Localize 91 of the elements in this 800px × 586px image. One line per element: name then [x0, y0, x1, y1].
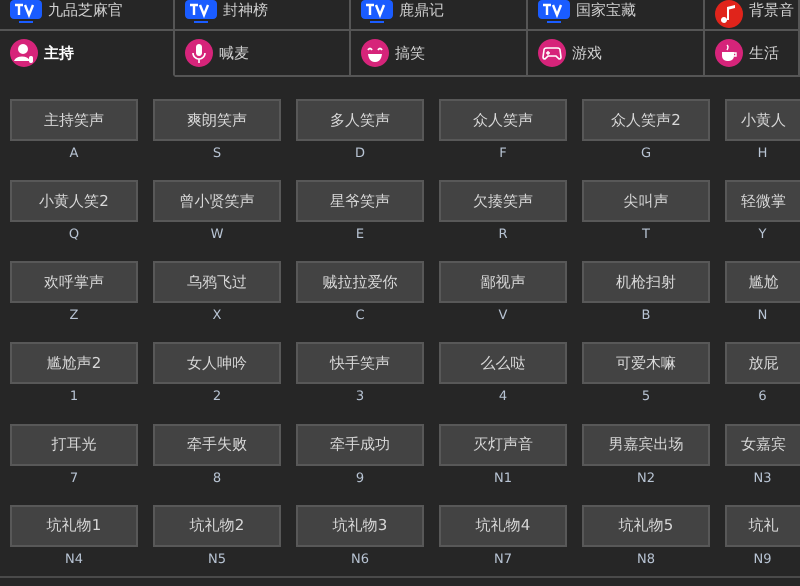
category-tab[interactable]: 封神榜: [175, 0, 351, 31]
sound-button[interactable]: 可爱木嘛: [582, 342, 710, 384]
category-tab[interactable]: 喊麦: [175, 31, 351, 77]
host-icon: [10, 39, 38, 67]
sound-button[interactable]: 尖叫声: [582, 180, 710, 222]
sound-button[interactable]: 女人呻吟: [153, 342, 281, 384]
tv-icon: [538, 0, 570, 24]
tv-icon: [185, 0, 217, 24]
hotkey-label: 7: [70, 470, 78, 488]
sound-button[interactable]: 坑礼物1: [10, 504, 138, 547]
hotkey-label: 6: [758, 389, 767, 406]
sound-button[interactable]: 坑礼物3: [296, 504, 424, 547]
hotkey-label: V: [498, 308, 508, 326]
hotkey-label: N3: [754, 470, 772, 488]
hotkey-label: N1: [494, 470, 512, 488]
category-tab[interactable]: 搞笑: [351, 31, 528, 77]
hotkey-label: 1: [70, 389, 78, 406]
sound-button[interactable]: 打耳光: [10, 424, 138, 466]
sound-button[interactable]: 星爷笑声: [296, 180, 424, 222]
sound-button[interactable]: 小黄人笑2: [10, 180, 138, 222]
sound-button[interactable]: 尴尬: [725, 261, 800, 304]
hotkey-label: 2: [212, 389, 222, 406]
sound-button[interactable]: 轻微掌: [725, 180, 800, 222]
hotkey-label: T: [642, 227, 650, 244]
sound-button[interactable]: 欠揍笑声: [439, 180, 567, 222]
hotkey-label: Q: [68, 227, 80, 244]
sound-button[interactable]: 主持笑声: [10, 99, 138, 141]
hotkey-label: N5: [208, 552, 226, 569]
sound-button[interactable]: 么么哒: [439, 342, 567, 384]
sound-button[interactable]: 男嘉宾出场: [582, 424, 710, 466]
hotkey-label: 3: [356, 389, 364, 406]
sound-button[interactable]: 众人笑声2: [582, 99, 710, 141]
hotkey-label: C: [355, 308, 365, 326]
hotkey-label: 8: [212, 470, 222, 488]
cup-icon: [715, 39, 743, 67]
hotkey-label: 9: [356, 470, 364, 488]
category-tab[interactable]: 国家宝藏: [528, 0, 705, 31]
category-tab[interactable]: 游戏: [528, 31, 705, 77]
hotkey-label: Y: [758, 227, 766, 244]
sound-button[interactable]: 女嘉宾: [725, 424, 800, 466]
hotkey-label: N8: [637, 552, 655, 569]
microphone-icon: [185, 39, 213, 67]
hotkey-label: S: [212, 146, 222, 163]
hotkey-label: N: [758, 308, 768, 326]
category-tab[interactable]: 鹿鼎记: [351, 0, 528, 31]
category-tab[interactable]: 九品芝麻官: [0, 0, 175, 31]
sound-button[interactable]: 坑礼物4: [439, 504, 567, 547]
sound-button[interactable]: 坑礼物5: [582, 504, 710, 547]
laughing-face-icon: [361, 39, 389, 67]
hotkey-label: F: [499, 146, 507, 163]
sound-button[interactable]: 众人笑声: [439, 99, 567, 141]
sound-button[interactable]: 坑礼物2: [153, 504, 281, 547]
hotkey-label: Z: [70, 308, 78, 326]
hotkey-label: E: [356, 227, 364, 244]
category-tab[interactable]: 背景音: [705, 0, 800, 31]
sound-button[interactable]: 快手笑声: [296, 342, 424, 384]
hotkey-label: W: [210, 227, 224, 244]
sound-button[interactable]: 多人笑声: [296, 99, 424, 141]
sound-button[interactable]: 机枪扫射: [582, 261, 710, 304]
sound-button[interactable]: 爽朗笑声: [153, 99, 281, 141]
hotkey-label: N4: [65, 552, 83, 569]
hotkey-label: D: [354, 146, 365, 163]
sound-button[interactable]: 放屁: [725, 342, 800, 384]
music-note-icon: [715, 0, 743, 28]
hotkey-label: R: [498, 227, 508, 244]
tv-icon: [10, 0, 42, 24]
sound-button[interactable]: 贼拉拉爱你: [296, 261, 424, 304]
sound-button[interactable]: 牵手失败: [153, 424, 281, 466]
sound-button[interactable]: 乌鸦飞过: [153, 261, 281, 304]
hotkey-label: N7: [494, 552, 512, 569]
sound-button[interactable]: 牵手成功: [296, 424, 424, 466]
hotkey-label: H: [758, 146, 768, 163]
hotkey-label: 4: [498, 389, 508, 406]
tv-icon: [361, 0, 393, 24]
hotkey-label: N9: [754, 552, 772, 569]
hotkey-label: A: [70, 146, 78, 163]
sound-button[interactable]: 曾小贤笑声: [153, 180, 281, 222]
sound-button[interactable]: 尴尬声2: [10, 342, 138, 384]
hotkey-label: X: [212, 308, 222, 326]
hotkey-label: B: [642, 308, 650, 326]
sound-button[interactable]: 坑礼: [725, 504, 800, 547]
hotkey-label: G: [640, 146, 652, 163]
category-tab[interactable]: 生活: [705, 31, 800, 77]
sound-button[interactable]: 鄙视声: [439, 261, 567, 304]
hotkey-label: N2: [637, 470, 655, 488]
sound-button[interactable]: 欢呼掌声: [10, 261, 138, 304]
sound-button[interactable]: 小黄人: [725, 99, 800, 141]
hotkey-label: N6: [351, 552, 369, 569]
gamepad-icon: [538, 39, 566, 67]
hotkey-label: 5: [642, 389, 650, 406]
sound-button[interactable]: 灭灯声音: [439, 424, 567, 466]
